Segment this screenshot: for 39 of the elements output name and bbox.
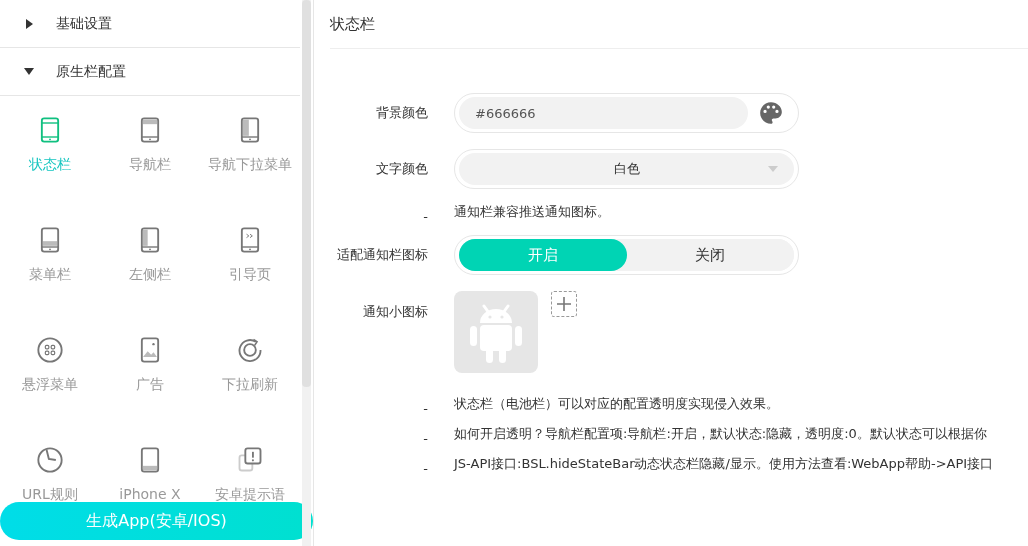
sidebar-item[interactable]: 导航栏 xyxy=(100,96,200,206)
sidebar-item[interactable]: 下拉刷新 xyxy=(200,316,300,426)
dash-marker: - xyxy=(422,213,428,221)
add-button[interactable] xyxy=(551,291,577,317)
refresh-icon xyxy=(236,336,264,364)
dash-marker: - xyxy=(422,465,428,473)
toggle-option[interactable]: 开启 xyxy=(459,239,627,271)
alert-icon xyxy=(236,446,264,474)
sidebar-item[interactable]: 左侧栏 xyxy=(100,206,200,316)
hint-text: 通知栏兼容推送通知图标。 xyxy=(454,203,610,221)
grid-circle-icon xyxy=(36,336,64,364)
note-text: JS-API接口:BSL.hideStateBar动态状态栏隐藏/显示。使用方法查看:WebApp帮助->API接口 xyxy=(454,455,994,473)
field-label: 通知小图标 xyxy=(362,303,428,321)
text-color-dropdown[interactable]: 白色 xyxy=(459,153,794,185)
scrollbar[interactable] xyxy=(302,0,311,546)
sidebar-item[interactable]: 菜单栏 xyxy=(0,206,100,316)
dash-marker: - xyxy=(422,405,428,413)
sidebar-item[interactable]: 广告 xyxy=(100,316,200,426)
dash-marker: - xyxy=(422,435,428,443)
sidebar-item[interactable]: iPhone X xyxy=(100,426,200,502)
sidebar-section[interactable]: 基础设置 xyxy=(0,0,300,48)
note-text: 状态栏（电池栏）可以对应的配置透明度实现侵入效果。 xyxy=(454,395,779,413)
sidebar-section[interactable]: 原生栏配置 xyxy=(0,48,300,96)
color-input-field[interactable]: #666666 xyxy=(459,97,748,129)
sidebar-item[interactable]: URL规则 xyxy=(0,426,100,502)
sidebar-item[interactable]: 引导页 xyxy=(200,206,300,316)
field-label: 背景颜色 xyxy=(375,104,428,122)
sidebar-item[interactable]: 悬浮菜单 xyxy=(0,316,100,426)
plus-icon xyxy=(556,296,572,312)
clock-icon xyxy=(36,446,64,474)
sidebar-item[interactable]: 状态栏 xyxy=(0,96,100,206)
note-text: 如何开启透明？导航栏配置项:导航栏:开启，默认状态:隐藏，透明度:0。默认状态可以根据你 xyxy=(454,425,987,443)
sidebar-item[interactable]: 导航下拉菜单 xyxy=(200,96,300,206)
palette-icon[interactable] xyxy=(758,100,784,126)
generate-app-button[interactable]: 生成App(安卓/IOS) xyxy=(0,502,313,540)
field-label: 文字颜色 xyxy=(375,160,428,178)
sidebar-item[interactable]: 安卓提示语 xyxy=(200,426,300,502)
page-title: 状态栏 xyxy=(330,0,1028,49)
field-label: 适配通知栏图标 xyxy=(336,246,428,264)
